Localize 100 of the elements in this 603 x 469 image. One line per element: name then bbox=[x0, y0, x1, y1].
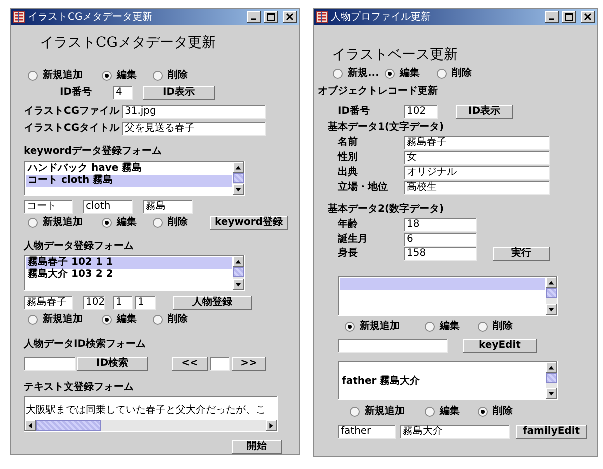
text-field[interactable]: father bbox=[338, 425, 396, 439]
id-search-button[interactable]: ID検索 bbox=[77, 357, 148, 371]
field-label: イラストCGファイル bbox=[24, 105, 120, 119]
scroll-up-button[interactable] bbox=[546, 277, 557, 288]
text-field[interactable]: 高校生 bbox=[404, 181, 550, 195]
text-field[interactable]: 女 bbox=[404, 151, 550, 165]
text-field[interactable]: 31.jpg bbox=[122, 105, 266, 119]
start-button[interactable]: 開始 bbox=[232, 440, 282, 454]
radio-label: 編集 bbox=[117, 70, 137, 82]
text-field[interactable]: 霧島春子 bbox=[24, 296, 73, 310]
minimize-button[interactable] bbox=[247, 11, 261, 23]
list-box[interactable]: father 霧島大介 bbox=[338, 361, 558, 400]
text-field[interactable]: 1 bbox=[113, 296, 133, 310]
scroll-down-button[interactable] bbox=[546, 304, 557, 315]
previous-button[interactable]: << bbox=[172, 357, 208, 371]
radio-button[interactable] bbox=[478, 322, 488, 332]
scroll-thumb[interactable] bbox=[36, 420, 101, 431]
section-label: 基本データ2(数字データ) bbox=[328, 203, 444, 217]
scrollbar[interactable] bbox=[546, 277, 557, 315]
maximize-button[interactable] bbox=[264, 11, 278, 23]
family-edit-button[interactable]: familyEdit bbox=[516, 425, 587, 439]
radio-label: 編集 bbox=[440, 321, 460, 333]
text-field[interactable]: オリジナル bbox=[404, 166, 550, 180]
text-field[interactable]: コート bbox=[24, 200, 73, 214]
form-heading: イラストベース更新 bbox=[332, 47, 458, 63]
person-register-button[interactable]: 人物登録 bbox=[173, 296, 252, 310]
scroll-thumb[interactable] bbox=[546, 288, 557, 298]
list-box[interactable]: ハンドバック have 霧島 コート cloth 霧島 bbox=[24, 161, 245, 196]
text-field[interactable] bbox=[210, 357, 230, 371]
radio-button[interactable] bbox=[333, 69, 343, 79]
text-field[interactable] bbox=[338, 339, 448, 353]
radio-button[interactable] bbox=[102, 218, 112, 228]
scroll-thumb[interactable] bbox=[233, 173, 244, 183]
text-field[interactable]: 18 bbox=[404, 218, 477, 232]
text-field[interactable]: 霧島 bbox=[143, 200, 193, 214]
list-item[interactable]: father 霧島大介 bbox=[340, 376, 545, 388]
text-field[interactable]: 父を見送る春子 bbox=[122, 122, 266, 136]
radio-button[interactable] bbox=[425, 407, 435, 417]
scroll-up-button[interactable] bbox=[546, 362, 557, 373]
scroll-down-button[interactable] bbox=[233, 279, 244, 290]
radio-label: 削除 bbox=[452, 68, 472, 80]
text-field[interactable] bbox=[24, 357, 76, 371]
text-field[interactable]: 1 bbox=[135, 296, 156, 310]
scroll-right-button[interactable] bbox=[266, 420, 277, 431]
radio-button[interactable] bbox=[153, 218, 163, 228]
text-field[interactable]: 102 bbox=[83, 296, 105, 310]
radio-button[interactable] bbox=[478, 407, 488, 417]
close-icon bbox=[584, 13, 592, 21]
radio-button[interactable] bbox=[425, 322, 435, 332]
keyword-register-button[interactable]: keyword登録 bbox=[210, 216, 288, 230]
field-label: 性別 bbox=[338, 151, 359, 165]
field-label: 出典 bbox=[338, 166, 359, 180]
radio-button[interactable] bbox=[28, 218, 38, 228]
text-field[interactable]: 102 bbox=[404, 105, 438, 119]
list-item[interactable]: コート cloth 霧島 bbox=[26, 175, 232, 187]
radio-button[interactable] bbox=[102, 315, 112, 325]
minimize-button[interactable] bbox=[545, 11, 559, 23]
scroll-up-button[interactable] bbox=[233, 256, 244, 267]
run-button[interactable]: 実行 bbox=[493, 247, 550, 261]
scroll-down-button[interactable] bbox=[546, 388, 557, 399]
scroll-thumb[interactable] bbox=[546, 373, 557, 383]
list-item[interactable]: ハンドバック have 霧島 bbox=[26, 163, 232, 175]
id-show-button[interactable]: ID表示 bbox=[456, 105, 513, 119]
text-field[interactable]: 霧島大介 bbox=[400, 425, 510, 439]
text-field[interactable]: cloth bbox=[83, 200, 133, 214]
scrollbar[interactable] bbox=[233, 162, 244, 195]
scroll-up-button[interactable] bbox=[233, 162, 244, 173]
radio-button[interactable] bbox=[437, 69, 447, 79]
field-label: 身長 bbox=[338, 247, 359, 261]
scrollbar[interactable] bbox=[546, 362, 557, 399]
radio-label: 編集 bbox=[117, 314, 137, 326]
radio-button[interactable] bbox=[28, 71, 38, 81]
scrollbar[interactable] bbox=[25, 420, 277, 431]
key-edit-button[interactable]: keyEdit bbox=[463, 339, 537, 353]
close-button[interactable] bbox=[581, 11, 595, 23]
text-field[interactable]: 4 bbox=[113, 86, 133, 100]
radio-button[interactable] bbox=[153, 71, 163, 81]
list-box[interactable]: 霧島春子 102 1 1 霧島大介 103 2 2 bbox=[24, 255, 245, 291]
scroll-down-button[interactable] bbox=[233, 184, 244, 195]
text-field[interactable]: 158 bbox=[404, 247, 477, 261]
list-item[interactable]: 霧島春子 102 1 1 bbox=[26, 257, 232, 269]
radio-button[interactable] bbox=[102, 71, 112, 81]
radio-button[interactable] bbox=[153, 315, 163, 325]
list-item[interactable]: 霧島大介 103 2 2 bbox=[26, 269, 232, 281]
radio-button[interactable] bbox=[385, 69, 395, 79]
scroll-thumb[interactable] bbox=[233, 267, 244, 277]
radio-button[interactable] bbox=[345, 322, 355, 332]
maximize-button[interactable] bbox=[562, 11, 576, 23]
radio-button[interactable] bbox=[350, 407, 360, 417]
radio-button[interactable] bbox=[28, 315, 38, 325]
scroll-left-button[interactable] bbox=[25, 420, 36, 431]
section-label: 人物データID検索フォーム bbox=[24, 338, 146, 352]
id-show-button[interactable]: ID表示 bbox=[143, 86, 215, 100]
list-box[interactable] bbox=[338, 276, 558, 316]
close-button[interactable] bbox=[283, 11, 297, 23]
field-label: 立場・地位 bbox=[338, 181, 389, 195]
text-field[interactable]: 6 bbox=[404, 233, 477, 247]
text-field[interactable]: 霧島春子 bbox=[404, 136, 550, 150]
scrollbar[interactable] bbox=[233, 256, 244, 290]
next-button[interactable]: >> bbox=[232, 357, 266, 371]
